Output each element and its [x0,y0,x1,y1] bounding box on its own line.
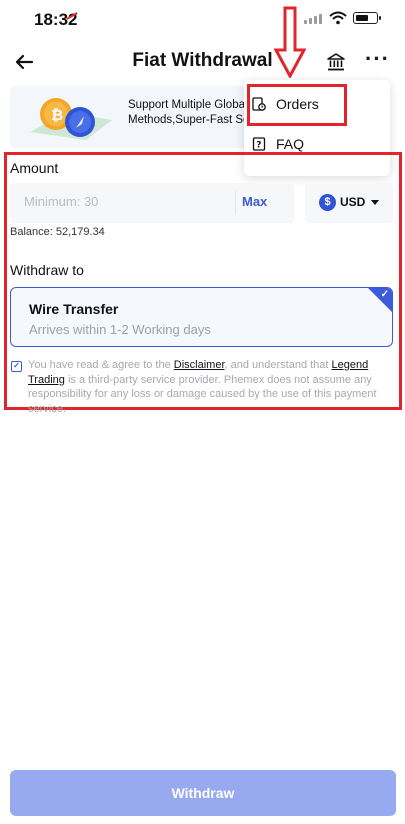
amount-field[interactable]: Minimum: 30 Max [10,183,294,223]
method-title: Wire Transfer [29,301,119,317]
withdraw-button[interactable]: Withdraw [10,770,396,816]
menu-item-label: FAQ [276,136,305,152]
crypto-coins-icon: ₿ [30,98,112,140]
svg-text:?: ? [256,141,261,151]
wifi-icon [329,11,347,25]
balance-text: Balance: 52,179.34 [10,226,105,238]
caret-down-icon [371,200,379,205]
svg-text:₿: ₿ [51,106,63,124]
faq-icon: ? [252,137,266,151]
disclaimer-link[interactable]: Disclaimer [174,359,225,371]
withdraw-to-label: Withdraw to [10,262,84,278]
agreement-checkbox[interactable]: ✓ [11,361,22,372]
checkmark-icon: ✓ [380,289,389,300]
status-bar: 18:32 [0,0,405,40]
bank-icon[interactable] [326,52,346,72]
wire-transfer-option[interactable]: Wire Transfer Arrives within 1-2 Working… [10,287,393,347]
max-button[interactable]: Max [242,194,267,209]
battery-icon [353,12,381,24]
orders-highlight-box [247,84,347,126]
banner-text: Support Multiple Globa Methods,Super-Fas… [128,99,250,126]
signal-icon [304,14,322,24]
amount-input[interactable]: Minimum: 30 [24,194,98,209]
annotation-arrow-icon [274,6,306,78]
currency-select[interactable]: $ USD [305,183,393,223]
dollar-icon: $ [319,194,336,211]
divider [235,191,236,215]
promo-banner[interactable]: ₿ Support Multiple Globa Methods,Super-F… [10,86,260,148]
currency-label: USD [340,195,366,209]
status-time: 18:32 [34,10,78,29]
agreement-text: You have read & agree to the Disclaimer,… [28,359,377,415]
method-subtitle: Arrives within 1-2 Working days [29,322,211,337]
amount-label: Amount [10,160,59,176]
more-icon[interactable]: ··· [365,48,390,70]
